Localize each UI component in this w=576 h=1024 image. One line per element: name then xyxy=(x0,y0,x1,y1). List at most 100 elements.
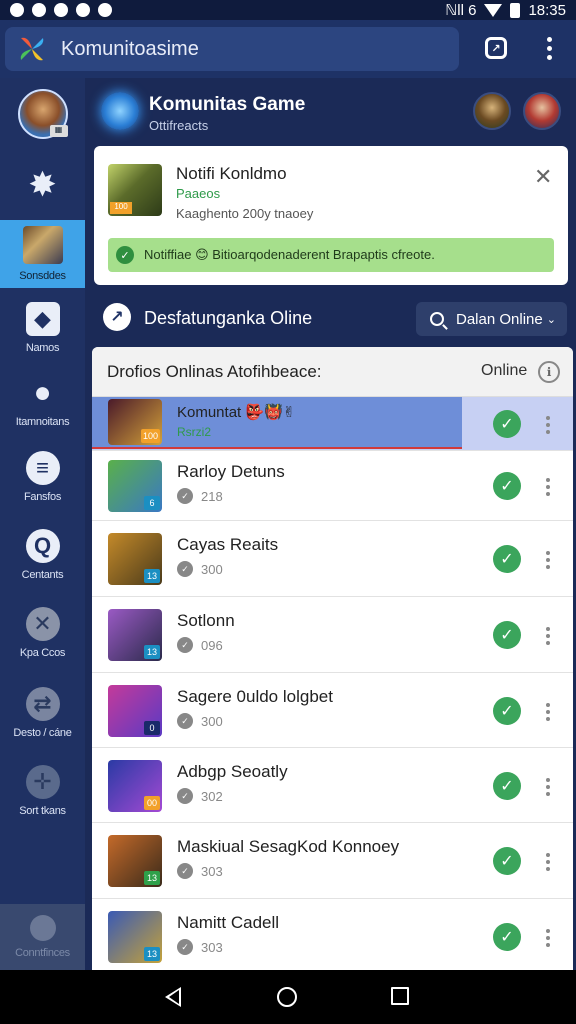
member-score: ✓ 303 xyxy=(177,863,223,879)
search-icon xyxy=(430,312,444,326)
row-more-icon[interactable] xyxy=(545,478,551,496)
top-app-bar: Komunitoasime ↗ xyxy=(0,20,576,78)
game-thumbnail: 13 xyxy=(108,533,162,585)
list-item[interactable]: 0 Sagere 0uldo lolgbet ✓ 300 ✓ xyxy=(92,673,573,748)
app-title-bar[interactable]: Komunitoasime xyxy=(5,27,459,71)
notification-card[interactable]: 100 Notifi Konldmo Paaeos Kaaghento 200y… xyxy=(94,146,568,285)
member-score: ✓ 303 xyxy=(177,939,223,955)
game-badge: 00 xyxy=(144,796,160,810)
compass-icon: ✛ xyxy=(25,765,60,799)
member-score: ✓ 218 xyxy=(177,488,223,504)
system-navigation-bar xyxy=(0,970,576,1024)
member-score: Rsrzi2 xyxy=(177,425,211,439)
more-options-button[interactable] xyxy=(536,35,562,61)
member-score: ✓ 302 xyxy=(177,788,223,804)
community-header: Komunitas Game Ottifreacts xyxy=(85,78,576,146)
list-item[interactable]: 13 Namitt Cadell ✓ 303 ✓ xyxy=(92,899,573,970)
game-badge: 0 xyxy=(144,721,160,735)
game-badge: 13 xyxy=(144,947,160,961)
star-icon: ✸ xyxy=(28,166,57,204)
row-more-icon[interactable] xyxy=(545,778,551,796)
verified-icon: ✓ xyxy=(177,637,193,653)
member-score: ✓ 300 xyxy=(177,713,223,729)
sidebar-home[interactable]: ✸ xyxy=(0,150,85,220)
member-name: Maskiual SesagKod Konnoey xyxy=(177,837,400,856)
online-filter-dropdown[interactable]: Dalan Online ⌄ xyxy=(416,302,567,336)
online-check-icon[interactable]: ✓ xyxy=(493,410,521,438)
row-more-icon[interactable] xyxy=(545,853,551,871)
online-check-icon[interactable]: ✓ xyxy=(493,545,521,573)
community-subtitle: Ottifreacts xyxy=(149,118,209,133)
community-title: Komunitas Game xyxy=(149,94,306,115)
info-icon[interactable]: ℹ xyxy=(538,361,560,383)
member-score-value: 303 xyxy=(201,863,223,879)
sidebar-item-fansfos[interactable]: ≡ Fansfos xyxy=(0,440,85,514)
tools-icon: ✕ xyxy=(25,607,60,641)
sidebar-item-label: Centants xyxy=(21,569,64,581)
user-avatar: ▦ xyxy=(17,89,68,139)
game-badge: 6 xyxy=(144,496,160,510)
row-more-icon[interactable] xyxy=(545,929,551,947)
recent-apps-icon[interactable] xyxy=(391,987,409,1005)
member-score: ✓ 096 xyxy=(177,637,223,653)
online-check-icon[interactable]: ✓ xyxy=(493,847,521,875)
sidebar-item-label: Kpa Ccos xyxy=(19,647,66,659)
sidebar-item-desto-cane[interactable]: ⇄ Desto / cáne xyxy=(0,676,85,750)
online-check-icon[interactable]: ✓ xyxy=(493,472,521,500)
sidebar-item-itamnoitans[interactable]: ● Itamnoitans xyxy=(0,366,85,438)
notification-game-thumbnail: 100 xyxy=(108,164,162,216)
member-avatar[interactable] xyxy=(473,92,511,130)
game-thumbnail: 0 xyxy=(108,685,162,737)
chat-button[interactable]: ↗ xyxy=(483,35,509,61)
member-name: Sagere 0uldo lolgbet xyxy=(177,687,333,706)
list-item[interactable]: 100 Komuntat 👺👹✌ Rsrzi2 ✓ xyxy=(92,397,573,451)
row-more-icon[interactable] xyxy=(545,627,551,645)
list-item[interactable]: 13 Cayas Reaits ✓ 300 ✓ xyxy=(92,521,573,597)
member-score-value: 300 xyxy=(201,713,223,729)
sidebar-item-kpa-ccos[interactable]: ✕ Kpa Ccos xyxy=(0,596,85,670)
sidebar-item-sonsddes[interactable]: Sonsddes xyxy=(0,220,85,288)
list-item[interactable]: 6 Rarloy Detuns ✓ 218 ✓ xyxy=(92,451,573,521)
game-thumbnail: 13 xyxy=(108,609,162,661)
sidebar-item-label: Itamnoitans xyxy=(15,416,70,428)
online-members-list: Drofios Onlinas Atofihbeace: Online ℹ 10… xyxy=(92,347,573,970)
list-item[interactable]: 13 Sotlonn ✓ 096 ✓ xyxy=(92,597,573,673)
wifi-icon xyxy=(484,3,503,17)
member-score-value: 302 xyxy=(201,788,223,804)
sidebar-item-namos[interactable]: ◆ Namos xyxy=(0,292,85,364)
notification-icons xyxy=(10,3,112,17)
verified-icon: ✓ xyxy=(177,561,193,577)
list-item[interactable]: 00 Adbgp Seoatly ✓ 302 ✓ xyxy=(92,748,573,823)
online-check-icon[interactable]: ✓ xyxy=(493,923,521,951)
sidebar-profile[interactable]: ▦ xyxy=(0,78,85,150)
section-title: Desfatunganka Oline xyxy=(144,308,313,328)
home-icon[interactable] xyxy=(277,987,297,1007)
search-circle-icon: Q xyxy=(25,529,60,563)
sidebar-item-label: Conntfinces xyxy=(15,947,70,959)
sidebar-item-sort-tkans[interactable]: ✛ Sort tkans xyxy=(0,754,85,828)
sidebar-item-conntfinces[interactable]: Conntfinces xyxy=(0,904,85,970)
list-item[interactable]: 13 Maskiual SesagKod Konnoey ✓ 303 ✓ xyxy=(92,823,573,899)
online-check-icon[interactable]: ✓ xyxy=(493,697,521,725)
row-more-icon[interactable] xyxy=(545,703,551,721)
online-check-icon[interactable]: ✓ xyxy=(493,772,521,800)
sidebar-item-centants[interactable]: Q Centants xyxy=(0,518,85,592)
puzzle-icon: ◆ xyxy=(25,302,60,336)
game-thumbnail: 00 xyxy=(108,760,162,812)
notification-banner-text: Notiffiae 😊 Bitioarqodenaderent Brapapti… xyxy=(144,247,435,262)
status-time: 18:35 xyxy=(528,1,566,19)
notification-banner[interactable]: ✓ Notiffiae 😊 Bitioarqodenaderent Brapap… xyxy=(108,238,554,272)
close-icon[interactable]: ✕ xyxy=(534,164,552,190)
member-name: Namitt Cadell xyxy=(177,913,280,932)
row-more-icon[interactable] xyxy=(545,551,551,569)
signal-indicator: ℕll 6 xyxy=(445,2,477,19)
online-check-icon[interactable]: ✓ xyxy=(493,621,521,649)
member-avatar[interactable] xyxy=(523,92,561,130)
member-name: Rarloy Detuns xyxy=(177,462,285,481)
game-thumbnail-icon xyxy=(22,226,63,264)
app-logo-icon xyxy=(15,32,49,66)
row-more-icon[interactable] xyxy=(545,416,551,434)
member-score: ✓ 300 xyxy=(177,561,223,577)
verified-icon: ✓ xyxy=(177,939,193,955)
back-icon[interactable] xyxy=(165,987,181,1007)
